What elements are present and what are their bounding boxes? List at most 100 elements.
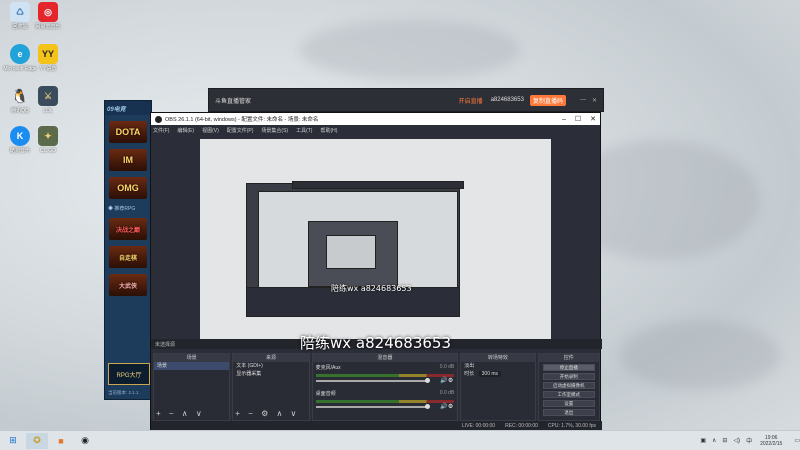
taskbar-app-game-client[interactable]: ✪ bbox=[26, 432, 48, 449]
stream-overlay-text: 陪练wx a824683653 bbox=[300, 334, 451, 352]
channel-db: 0.0 dB bbox=[439, 390, 455, 396]
game-tile-omg[interactable]: OMG bbox=[109, 177, 147, 199]
game-client-window[interactable]: 09电竞 DOTA IM OMG ◆ 推荐RPG 决战之巅 自走棋 大武侠 RP… bbox=[104, 100, 152, 400]
stream-overlay-text-small: 陪练wx a824683653 bbox=[331, 284, 412, 293]
menu-view[interactable]: 视图(V) bbox=[202, 127, 219, 134]
game-tile-dota[interactable]: DOTA bbox=[109, 121, 147, 143]
edge-icon: e bbox=[10, 44, 30, 64]
volume-meter bbox=[315, 374, 455, 377]
csgo-icon: ✦ bbox=[38, 126, 58, 146]
transition-duration-row: 时长 300 ms bbox=[461, 370, 534, 378]
mixer-channel-mic: 麦克风/Aux 0.0 dB 🔊⚙ bbox=[313, 362, 458, 388]
ime-indicator[interactable]: 中 bbox=[746, 436, 752, 445]
sources-dock: 来源 文本 (GDI+) 显示器采集 + − ⚙ ∧ ∨ bbox=[232, 353, 310, 421]
volume-slider[interactable] bbox=[315, 404, 430, 409]
live-timer: LIVE: 00:00:00 bbox=[462, 423, 496, 429]
studio-mode-button[interactable]: 工作室模式 bbox=[542, 391, 595, 398]
game-tile-rpg-2[interactable]: 自走棋 bbox=[109, 246, 147, 268]
game-tile-rpg-3[interactable]: 大武侠 bbox=[109, 274, 147, 296]
nested-douyu-bar bbox=[292, 181, 464, 189]
client-section-label: ◆ 推荐RPG bbox=[108, 206, 136, 212]
douyu-window[interactable]: 斗鱼直播管家 开启直播 a824683653 复制直播码 — ✕ bbox=[208, 88, 604, 112]
start-button-windows-icon[interactable]: ⊞ bbox=[2, 433, 24, 449]
minimize-icon[interactable]: — bbox=[580, 97, 586, 103]
channel-name: 桌面音频 bbox=[315, 391, 336, 397]
yy-icon: YY bbox=[38, 44, 58, 64]
sources-toolbar[interactable]: + − ⚙ ∧ ∨ bbox=[235, 409, 299, 418]
game-tile-im[interactable]: IM bbox=[109, 149, 147, 171]
volume-icon[interactable]: ◁) bbox=[733, 437, 740, 444]
obs-preview-canvas[interactable] bbox=[200, 139, 551, 339]
taskbar-app-obs[interactable]: ◉ bbox=[74, 433, 96, 449]
speaker-icon[interactable]: 🔊⚙ bbox=[440, 377, 453, 384]
maximize-icon[interactable]: ☐ bbox=[575, 115, 581, 123]
obs-menubar: 文件(F) 编辑(E) 视图(V) 配置文件(P) 场景集合(S) 工具(T) … bbox=[151, 125, 600, 135]
douyu-copy-button[interactable]: 复制直播码 bbox=[529, 94, 566, 106]
scene-item[interactable]: 场景 bbox=[154, 362, 230, 370]
taskbar-clock[interactable]: 19:06 2022/2/15 bbox=[760, 435, 782, 447]
scenes-toolbar[interactable]: + − ∧ ∨ bbox=[156, 409, 205, 418]
mixer-dock: 混音器 麦克风/Aux 0.0 dB 🔊⚙ 桌面音频 0.0 dB 🔊⚙ bbox=[311, 353, 459, 421]
desktop-icon-yy[interactable]: YY YY语音 bbox=[28, 44, 68, 72]
rec-timer: REC: 00:00:00 bbox=[505, 423, 538, 429]
volume-slider[interactable] bbox=[315, 378, 430, 383]
speaker-icon[interactable]: 🔊⚙ bbox=[440, 403, 453, 410]
duration-input[interactable]: 300 ms bbox=[478, 371, 502, 377]
obs-window[interactable]: OBS 26.1.1 (64-bit, windows) - 配置文件: 未命名… bbox=[150, 112, 602, 432]
taskbar: ⊞ ✪ ■ ◉ ▣ ∧ ⊟ ◁) 中 19:06 2022/2/15 ▭ bbox=[0, 430, 800, 450]
clock-date: 2022/2/15 bbox=[760, 440, 783, 447]
duration-label: 时长 bbox=[464, 371, 475, 377]
obs-logo-icon bbox=[155, 115, 162, 123]
network-icon[interactable]: ⊟ bbox=[722, 437, 727, 444]
qq-penguin-icon: 🐧 bbox=[11, 87, 29, 104]
source-item-display[interactable]: 显示器采集 bbox=[233, 370, 308, 378]
obs-titlebar: OBS 26.1.1 (64-bit, windows) - 配置文件: 未命名… bbox=[151, 113, 600, 125]
client-brand: 09电竞 bbox=[105, 101, 151, 115]
channel-name: 麦克风/Aux bbox=[315, 365, 341, 371]
source-item-text[interactable]: 文本 (GDI+) bbox=[233, 362, 308, 370]
controls-header: 控件 bbox=[538, 354, 599, 362]
desktop-icon-csgo[interactable]: ✦ CS:GO bbox=[28, 126, 68, 154]
obs-title: OBS 26.1.1 (64-bit, windows) - 配置文件: 未命名… bbox=[165, 117, 319, 123]
settings-button[interactable]: 设置 bbox=[542, 400, 595, 407]
menu-file[interactable]: 文件(F) bbox=[153, 127, 169, 134]
wallpaper-texture bbox=[300, 20, 520, 80]
game-icon: ⚔ bbox=[38, 86, 58, 106]
taskbar-app-douyu[interactable]: ■ bbox=[50, 433, 72, 449]
transitions-dock: 转场特效 淡出 时长 300 ms bbox=[460, 353, 536, 421]
recycle-bin-icon: ♺ bbox=[10, 2, 30, 22]
desktop-icon-lol[interactable]: ⚔ LOL bbox=[28, 86, 68, 114]
scenes-header: 场景 bbox=[154, 354, 230, 362]
minimize-icon[interactable]: – bbox=[562, 116, 566, 123]
kugou-icon: K bbox=[10, 126, 30, 146]
douyu-user-id: a824683653 bbox=[490, 97, 524, 103]
mixer-channel-desktop: 桌面音频 0.0 dB 🔊⚙ bbox=[313, 388, 458, 414]
menu-profile[interactable]: 配置文件(P) bbox=[227, 127, 254, 134]
system-tray: ▣ ∧ ⊟ ◁) 中 19:06 2022/2/15 ▭ bbox=[694, 435, 800, 447]
game-tile-rpg-1[interactable]: 决战之巅 bbox=[109, 218, 147, 240]
close-icon[interactable]: ✕ bbox=[592, 97, 597, 104]
wallpaper-texture bbox=[620, 320, 780, 390]
menu-tools[interactable]: 工具(T) bbox=[296, 127, 312, 134]
transitions-header: 转场特效 bbox=[461, 354, 535, 362]
nested-preview-4 bbox=[326, 235, 376, 269]
channel-db: 0.0 dB bbox=[439, 364, 455, 370]
close-icon[interactable]: ✕ bbox=[590, 115, 596, 123]
scenes-dock: 场景 场景 + − ∧ ∨ bbox=[153, 353, 231, 421]
douyu-live-label[interactable]: 开启直播 bbox=[459, 96, 483, 105]
menu-scene-collection[interactable]: 场景集合(S) bbox=[261, 127, 288, 134]
netease-music-icon: ◎ bbox=[38, 2, 58, 22]
transition-type[interactable]: 淡出 bbox=[461, 362, 534, 370]
notification-icon[interactable]: ▭ bbox=[794, 437, 800, 444]
controls-dock: 控件 停止直播 开始录制 启动虚拟摄像机 工作室模式 设置 退出 bbox=[537, 353, 600, 421]
menu-help[interactable]: 帮助(H) bbox=[320, 127, 337, 134]
virtual-camera-button[interactable]: 启动虚拟摄像机 bbox=[542, 382, 595, 389]
rpg-lobby-button[interactable]: RPG大厅 bbox=[108, 363, 150, 385]
exit-button[interactable]: 退出 bbox=[542, 409, 595, 416]
tray-app-icon[interactable]: ▣ bbox=[700, 437, 706, 444]
menu-edit[interactable]: 编辑(E) bbox=[177, 127, 194, 134]
chevron-up-icon[interactable]: ∧ bbox=[712, 437, 716, 444]
desktop-icon-netease-music[interactable]: ◎ 网易云音乐 bbox=[28, 2, 68, 30]
stop-streaming-button[interactable]: 停止直播 bbox=[542, 364, 595, 371]
start-recording-button[interactable]: 开始录制 bbox=[542, 373, 595, 380]
